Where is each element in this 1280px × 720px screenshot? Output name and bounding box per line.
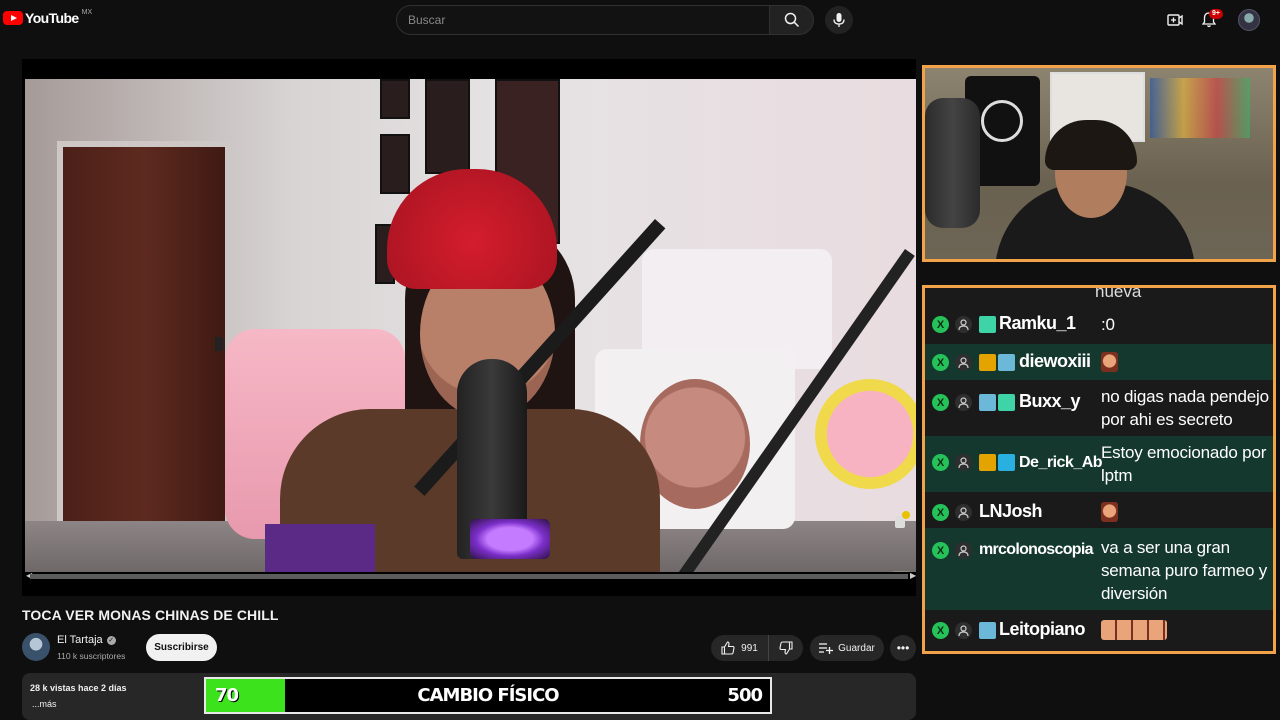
chat-username: De_rick_Ab [1019,454,1103,471]
user-icon [955,622,972,639]
emote-row-icon [1101,620,1167,640]
more-icon: ••• [896,641,910,655]
xbox-badge-icon: X [932,316,949,333]
user-icon [955,504,972,521]
verified-icon: ✓ [106,635,116,645]
emote-icon [1101,502,1118,522]
channel-name-row[interactable]: El Tartaja ✓ [57,634,116,646]
goal-title: CAMBIO FÍSICO [417,685,559,706]
create-button[interactable] [1165,10,1185,30]
views-and-date: 28 k vistas hace 2 días [30,683,127,693]
chat-partial-message: nueva [1095,285,1142,301]
like-dislike-group: 991 [711,635,803,661]
chat-username: diewoxiii [1019,351,1091,371]
avatar-badge-icon [998,354,1015,371]
video-player[interactable]: ◀ ▶ [22,59,916,596]
channel-avatar[interactable] [22,633,50,661]
seek-right-icon[interactable]: ▶ [910,571,916,580]
subscribe-button[interactable]: Suscribirse [146,634,217,661]
youtube-logo[interactable]: YouTube MX [3,9,93,26]
microphone-icon [833,13,845,27]
chat-message: X mrcolonoscopia va a ser una gran seman… [925,528,1273,610]
search-button[interactable] [770,5,814,35]
thumbs-up-icon [721,641,735,655]
video-title: TOCA VER MONAS CHINAS DE CHILL [22,607,279,623]
thumbs-down-icon [779,641,793,655]
save-button[interactable]: Guardar [810,635,884,661]
avatar-badge-icon [979,394,996,411]
more-actions-button[interactable]: ••• [890,635,916,661]
tier-badge-icon [998,454,1015,471]
gift-badge-icon [998,394,1015,411]
video-scene-door [57,141,231,521]
chat-message: X De_rick_Ab Estoy emocionado por lptm [925,436,1273,492]
voice-search-button[interactable] [825,6,853,34]
chat-username: mrcolonoscopia [979,541,1093,558]
webcam-overlay [922,65,1276,262]
chat-message: X diewoxiii [925,344,1273,380]
like-count: 991 [741,642,758,654]
dislike-button[interactable] [769,635,803,661]
notification-count-badge: 9+ [1209,9,1223,19]
chat-username: Buxx_y [1019,391,1081,411]
chat-message: X LNJosh [925,492,1273,528]
youtube-play-icon [3,11,23,25]
show-more-link[interactable]: ...más [32,699,57,709]
create-video-icon [1167,14,1183,26]
progress-bar[interactable] [30,574,908,579]
chat-text: :0 [1101,315,1115,334]
search-icon [784,12,799,28]
channel-name[interactable]: El Tartaja [57,634,103,646]
subscriber-count: 110 k suscriptores [57,651,126,661]
xbox-badge-icon: X [932,454,949,471]
country-code: MX [81,9,93,16]
goal-progress-bar: 70 CAMBIO FÍSICO 500 [204,677,772,714]
webcam-microphone [925,98,980,228]
user-icon [955,542,972,559]
xbox-badge-icon: X [932,394,949,411]
gift-badge-icon [979,316,996,333]
chat-text: va a ser una gran semana puro farmeo y d… [1101,538,1268,603]
chat-message: X Ramku_1 :0 [925,304,1273,344]
goal-target-value: 500 [727,685,763,706]
xbox-badge-icon: X [932,542,949,559]
search-placeholder: Buscar [408,13,446,27]
user-icon [955,354,972,371]
video-frame[interactable] [25,79,916,572]
mini-thumbnail [892,571,910,572]
avatar-badge-icon [979,622,996,639]
crown-badge-icon [979,454,996,471]
xbox-badge-icon: X [932,622,949,639]
xbox-badge-icon: X [932,504,949,521]
playlist-add-icon [819,643,834,654]
search-input[interactable]: Buscar [396,5,770,35]
chat-username: LNJosh [979,501,1043,521]
logo-text: YouTube [25,10,79,26]
chat-message: X Buxx_y no digas nada pendejo por ahi e… [925,380,1273,436]
chat-username: Ramku_1 [999,313,1076,333]
top-bar: YouTube MX Buscar 9+ [0,0,1280,40]
emote-icon [1101,352,1118,372]
xbox-badge-icon: X [932,354,949,371]
account-avatar[interactable] [1238,9,1260,31]
chat-text: no digas nada pendejo por ahi es secreto [1101,387,1269,429]
save-label: Guardar [838,642,875,654]
chat-username: Leitopiano [999,619,1086,639]
like-button[interactable]: 991 [711,635,769,661]
user-icon [955,394,972,411]
crown-badge-icon [979,354,996,371]
chat-overlay: nueva X Ramku_1 :0 X diewoxiii X Buxx_y … [922,285,1276,654]
user-icon [955,454,972,471]
chat-text: Estoy emocionado por lptm [1101,443,1267,485]
user-icon [955,316,972,333]
chat-message: X Leitopiano [925,610,1273,651]
